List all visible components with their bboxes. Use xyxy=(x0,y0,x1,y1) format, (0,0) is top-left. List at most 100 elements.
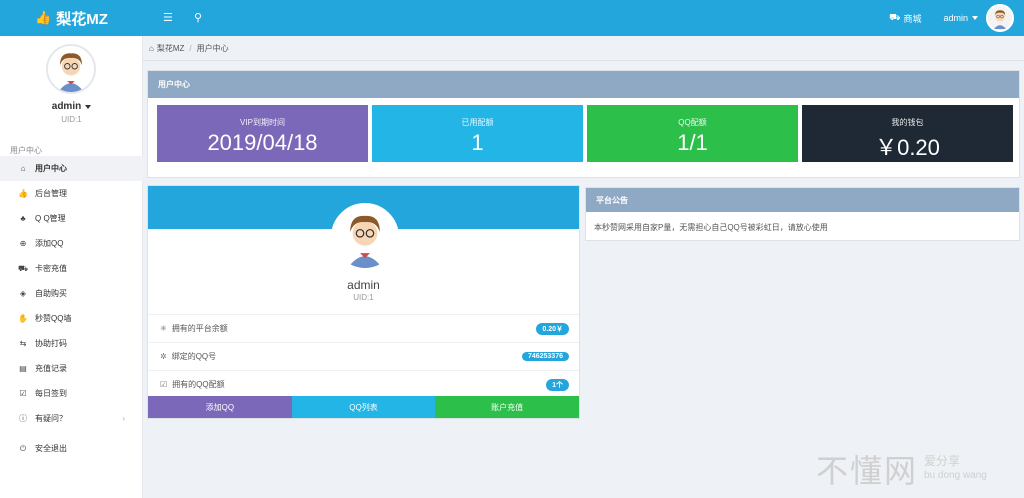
thumbs-up-icon: 👍 xyxy=(35,10,52,25)
list-item: ✲ 绑定的QQ号 746253376 xyxy=(148,342,579,370)
stat-cards: VIP到期时间 2019/04/18 已用配额 1 QQ配额 1/1 我的钱包 … xyxy=(157,105,1013,162)
sidebar-uid: UID:1 xyxy=(61,115,82,124)
cart-icon: ⛟ xyxy=(18,263,29,273)
row-label: 绑定的QQ号 xyxy=(171,352,217,361)
watermark-pinyin: bu dong wang xyxy=(924,470,987,481)
stat-value: 1/1 xyxy=(677,130,708,155)
account-recharge-button[interactable]: 账户充值 xyxy=(435,396,580,418)
gear-icon: ✲ xyxy=(160,352,167,361)
home-icon: ⌂ xyxy=(20,164,26,173)
stat-vip-expire: VIP到期时间 2019/04/18 xyxy=(157,105,368,162)
balance-badge: 0.20￥ xyxy=(536,322,569,335)
notice-title: 平台公告 xyxy=(586,188,1019,212)
list-item: ☑ 拥有的QQ配额 1个 xyxy=(148,370,579,398)
sidebar-item-label: 充值记录 xyxy=(35,364,67,373)
profile-avatar xyxy=(331,203,399,271)
breadcrumb-home[interactable]: 梨花MZ xyxy=(157,43,185,54)
qq-number-badge: 746253376 xyxy=(521,352,569,361)
caret-down-icon xyxy=(85,105,92,109)
sidebar-avatar[interactable] xyxy=(46,44,96,94)
watermark-text: 不懂网 xyxy=(816,452,919,490)
sidebar-item-self-buy[interactable]: ◈ 自助购买 xyxy=(0,281,143,306)
sidebar-item-add-qq[interactable]: ⊕ 添加QQ xyxy=(0,231,143,256)
home-icon: ⌂ xyxy=(149,43,154,53)
sidebar-item-label: 每日签到 xyxy=(35,389,67,398)
sidebar-item-label: Q Q管理 xyxy=(35,214,66,223)
stat-value: 2019/04/18 xyxy=(207,130,318,155)
sidebar-item-user-center[interactable]: ⌂ 用户中心 xyxy=(0,156,143,181)
sidebar-item-label: 协助打码 xyxy=(35,339,67,348)
plus-circle-icon: ⊕ xyxy=(19,239,27,248)
stat-wallet: 我的钱包 ￥0.20 xyxy=(802,105,1013,162)
sidebar-section-label: 用户中心 xyxy=(10,146,42,155)
sidebar-item-recharge-log[interactable]: ▤ 充值记录 xyxy=(0,356,143,381)
sidebar-item-admin[interactable]: 👍 后台管理 xyxy=(0,181,143,206)
info-icon: ⓘ xyxy=(19,414,27,423)
user-dropdown[interactable]: admin xyxy=(943,13,978,23)
profile-info-list: ✳ 拥有的平台余额 0.20￥ ✲ 绑定的QQ号 746253376 ☑ 拥有的QQ配… xyxy=(148,314,579,398)
stat-used-quota: 已用配额 1 xyxy=(372,105,583,162)
stat-label: VIP到期时间 xyxy=(240,118,285,127)
power-icon: ⏻ xyxy=(19,443,27,453)
stat-value: 1 xyxy=(471,130,484,155)
avatar[interactable] xyxy=(986,4,1014,32)
caret-down-icon xyxy=(972,16,978,20)
profile-actions: 添加QQ QQ列表 账户充值 xyxy=(148,396,580,418)
sidebar-item-logout[interactable]: ⏻ 安全退出 xyxy=(0,436,143,461)
sidebar-item-label: 用户中心 xyxy=(35,164,67,173)
sidebar-item-help[interactable]: ⓘ 有疑问？ › xyxy=(0,406,143,431)
brand-logo[interactable]: 👍 梨花MZ xyxy=(0,0,143,36)
sidebar-item-label: 安全退出 xyxy=(35,444,67,453)
stat-value: ￥0.20 xyxy=(875,135,940,160)
row-label: 拥有的QQ配额 xyxy=(172,380,225,389)
chevron-right-icon: › xyxy=(122,414,125,423)
thumbs-up-icon: ✋ xyxy=(18,314,28,323)
sidebar-item-qq-wall[interactable]: ✋ 秒赞QQ墙 xyxy=(0,306,143,331)
sidebar: admin UID:1 用户中心 ⌂ 用户中心 👍 后台管理 ♣ Q Q管理 ⊕… xyxy=(0,36,143,498)
list-icon: ▤ xyxy=(19,364,27,373)
sidebar-item-daily-signin[interactable]: ☑ 每日签到 xyxy=(0,381,143,406)
sidebar-item-qq-manage[interactable]: ♣ Q Q管理 xyxy=(0,206,143,231)
row-label: 拥有的平台余额 xyxy=(171,324,228,333)
sidebar-item-label: 秒赞QQ墙 xyxy=(35,314,72,323)
sidebar-item-label: 自助购买 xyxy=(35,289,67,298)
breadcrumb: ⌂ 梨花MZ / 用户中心 xyxy=(143,36,1024,61)
breadcrumb-current: 用户中心 xyxy=(196,43,229,53)
quota-badge: 1个 xyxy=(546,378,569,391)
shop-label: 商城 xyxy=(903,13,922,24)
qq-list-button[interactable]: QQ列表 xyxy=(291,396,436,418)
asterisk-icon: ✳ xyxy=(160,324,167,333)
thumbs-up-icon: 👍 xyxy=(18,189,28,198)
user-icon[interactable]: ⚲ xyxy=(194,11,202,24)
sidebar-item-label: 卡密充值 xyxy=(35,264,67,273)
profile-name: admin xyxy=(347,278,380,292)
cart-icon: ⛟ xyxy=(889,12,901,22)
stat-label: 已用配额 xyxy=(461,118,494,127)
stat-label: QQ配额 xyxy=(678,118,707,127)
top-bar: 👍 梨花MZ ☰ ⚲ ⛟ 商城 admin xyxy=(0,0,1024,36)
add-qq-button[interactable]: 添加QQ xyxy=(148,396,292,418)
watermark-logo: 不懂网 爱分享 bu dong wang xyxy=(816,446,987,492)
brand-name: 梨花MZ xyxy=(56,10,108,28)
panel-title: 用户中心 xyxy=(148,71,1019,98)
shop-link[interactable]: ⛟ 商城 xyxy=(889,12,921,25)
sidebar-item-card-recharge[interactable]: ⛟ 卡密充值 xyxy=(0,256,143,281)
check-square-icon: ☑ xyxy=(19,389,27,398)
sidebar-item-captcha-assist[interactable]: ⇆ 协助打码 xyxy=(0,331,143,356)
profile-uid: UID:1 xyxy=(353,293,374,302)
notice-panel: 平台公告 本秒赞网采用自家P量，无需担心自己QQ号被彩虹日，请放心使用 xyxy=(585,187,1020,241)
user-center-panel: 用户中心 VIP到期时间 2019/04/18 已用配额 1 QQ配额 1/1 … xyxy=(147,70,1020,178)
menu-toggle-icon[interactable]: ☰ xyxy=(163,11,173,24)
breadcrumb-separator: / xyxy=(189,43,192,53)
sidebar-menu: ⌂ 用户中心 👍 后台管理 ♣ Q Q管理 ⊕ 添加QQ ⛟ 卡密充值 ◈ 自助… xyxy=(0,156,143,453)
stat-label: 我的钱包 xyxy=(891,118,924,127)
profile-card: admin UID:1 ✳ 拥有的平台余额 0.20￥ ✲ 绑定的QQ号 74625… xyxy=(147,185,580,419)
qq-icon: ♣ xyxy=(20,214,26,223)
stat-qq-quota: QQ配额 1/1 xyxy=(587,105,798,162)
notice-text: 本秒赞网采用自家P量，无需担心自己QQ号被彩虹日，请放心使用 xyxy=(594,223,828,232)
sidebar-item-label: 后台管理 xyxy=(35,189,67,198)
sidebar-username[interactable]: admin xyxy=(0,101,143,112)
sidebar-item-label: 有疑问？ xyxy=(35,414,67,423)
user-label: admin xyxy=(943,13,968,23)
check-square-icon: ☑ xyxy=(160,380,168,389)
